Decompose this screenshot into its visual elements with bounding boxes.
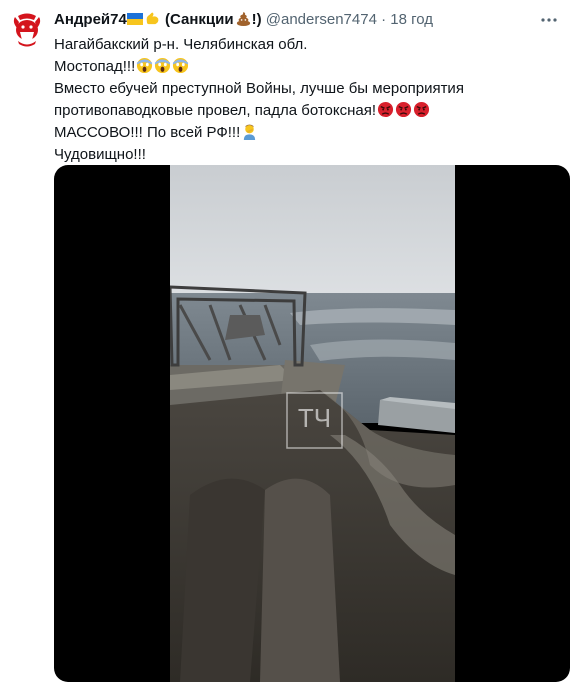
screaming-face-icon — [153, 57, 171, 75]
more-options-icon[interactable] — [539, 10, 559, 30]
facepalm-icon — [240, 124, 258, 141]
video-player[interactable]: ТЧ — [54, 165, 570, 682]
tweet-line: противопаводковые провел, падла ботоксна… — [54, 100, 554, 122]
author-handle[interactable]: @andersen7474 — [266, 11, 377, 28]
video-frame[interactable]: ТЧ — [170, 165, 455, 682]
tweet-text: Нагайбакский р-н. Челябинская обл. Мосто… — [54, 34, 554, 166]
tweet-line: Мостопад!!! — [54, 56, 554, 78]
tweet-line: Чудовищно!!! — [54, 146, 146, 163]
angry-face-icon — [412, 101, 430, 119]
tweet-timestamp[interactable]: 18 год — [390, 11, 433, 28]
ukraine-flag-icon — [126, 11, 143, 25]
screaming-face-icon — [171, 57, 189, 75]
tweet-card[interactable]: Андрей74 (Санкции!) @andersen7474 · 18 г… — [0, 0, 577, 688]
tweet-header: Андрей74 (Санкции!) @andersen7474 · 18 г… — [54, 10, 537, 30]
flexed-biceps-icon — [143, 11, 161, 28]
avatar[interactable] — [6, 8, 48, 50]
tweet-line: Вместо ебучей преступной Войны, лучше бы… — [54, 80, 464, 97]
separator-dot: · — [381, 11, 387, 28]
angry-face-icon — [376, 101, 394, 119]
avatar-logo-icon — [7, 9, 47, 49]
watermark-label: ТЧ — [297, 403, 332, 433]
screaming-face-icon — [135, 57, 153, 75]
author-name[interactable]: Андрей74 (Санкции!) — [54, 11, 262, 28]
pile-of-poo-icon — [234, 11, 252, 28]
angry-face-icon — [394, 101, 412, 119]
tweet-line: МАССОВО!!! По всей РФ!!! — [54, 122, 554, 144]
tweet-line: Нагайбакский р-н. Челябинская обл. — [54, 36, 308, 53]
